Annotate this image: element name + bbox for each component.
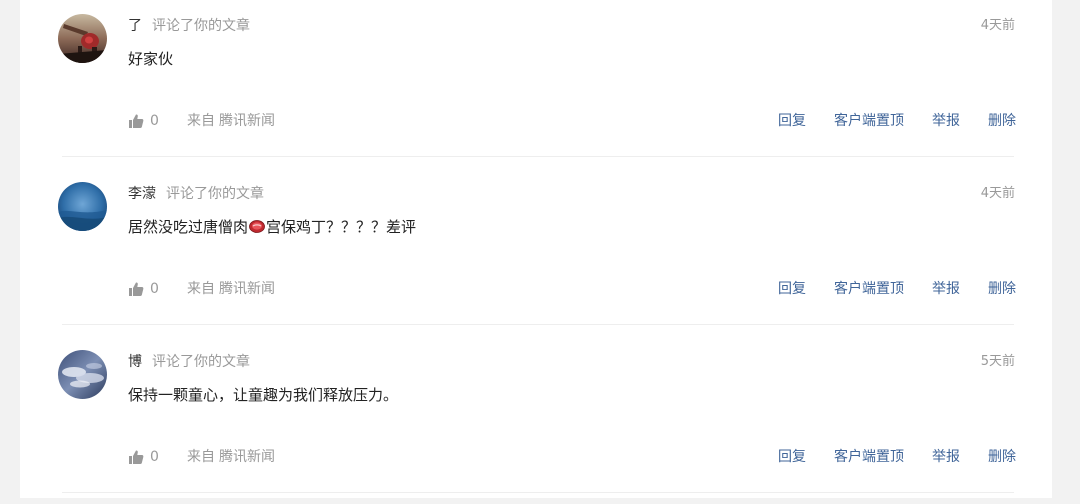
- comment-item: 博评论了你的文章 5天前 保持一颗童心，让童趣为我们释放压力。 0 来自 腾讯新闻…: [20, 336, 1052, 504]
- timestamp: 4天前: [980, 18, 1015, 33]
- comment-actions: 回复 客户端置顶 举报 删除: [750, 111, 1016, 131]
- pin-link[interactable]: 客户端置顶: [834, 447, 904, 467]
- source-name: 腾讯新闻: [219, 281, 275, 297]
- user-avatar[interactable]: [58, 182, 107, 231]
- like-count: 0: [150, 449, 159, 465]
- timestamp: 5天前: [980, 354, 1015, 369]
- comment-content: 好家伙: [128, 48, 173, 70]
- comment-item: 李濛 评论了你的文章 4天前 居然没吃过唐僧肉 宫保鸡丁？？？？差评 0 来自 腾讯新…: [20, 168, 1052, 336]
- user-name[interactable]: 博: [128, 354, 142, 370]
- thumbs-up-icon: [129, 450, 144, 464]
- reply-link[interactable]: 回复: [778, 111, 806, 131]
- comment-text: 保持一颗童心，让童趣为我们释放压力。: [128, 386, 399, 404]
- reply-link[interactable]: 回复: [778, 447, 806, 467]
- divider: [62, 156, 1014, 157]
- comment-footer: 0 来自 腾讯新闻 回复 客户端置顶 举报 删除: [128, 111, 1016, 131]
- meat-emoji-icon: [249, 220, 265, 233]
- avatar-clouds-icon: [58, 350, 107, 399]
- source-prefix: 来自: [187, 449, 215, 465]
- report-link[interactable]: 举报: [932, 279, 960, 299]
- comment-item: 了评论了你的文章 4天前 好家伙 0 来自 腾讯新闻 回复 客户端置顶 举报 删除: [20, 0, 1052, 168]
- comment-actions: 回复 客户端置顶 举报 删除: [750, 279, 1016, 299]
- user-avatar[interactable]: [58, 14, 107, 63]
- comment-footer: 0 来自 腾讯新闻 回复 客户端置顶 举报 删除: [128, 279, 1016, 299]
- user-name[interactable]: 了: [128, 18, 142, 34]
- pin-link[interactable]: 客户端置顶: [834, 279, 904, 299]
- divider: [62, 324, 1014, 325]
- comment-content: 居然没吃过唐僧肉 宫保鸡丁？？？？差评: [128, 216, 416, 238]
- avatar-ocean-icon: [58, 182, 107, 231]
- delete-link[interactable]: 删除: [988, 447, 1016, 467]
- reply-link[interactable]: 回复: [778, 279, 806, 299]
- action-text: 评论了你的文章: [166, 186, 264, 202]
- delete-link[interactable]: 删除: [988, 111, 1016, 131]
- source-prefix: 来自: [187, 113, 215, 129]
- like-button[interactable]: 0: [128, 279, 159, 299]
- comment-actions: 回复 客户端置顶 举报 删除: [750, 447, 1016, 467]
- comment-content: 保持一颗童心，让童趣为我们释放压力。: [128, 384, 398, 406]
- thumbs-up-icon: [129, 114, 144, 128]
- pin-link[interactable]: 客户端置顶: [834, 111, 904, 131]
- comment-source: 来自 腾讯新闻: [187, 447, 275, 467]
- source-prefix: 来自: [187, 281, 215, 297]
- notification-panel: 了评论了你的文章 4天前 好家伙 0 来自 腾讯新闻 回复 客户端置顶 举报 删除: [20, 0, 1052, 498]
- like-count: 0: [150, 113, 159, 129]
- avatar-guitar-icon: [58, 14, 107, 63]
- action-text: 评论了你的文章: [152, 354, 250, 370]
- like-button[interactable]: 0: [128, 111, 159, 131]
- user-name[interactable]: 李濛: [128, 186, 156, 202]
- comment-text: 好家伙: [128, 50, 174, 68]
- user-avatar[interactable]: [58, 350, 107, 399]
- comment-source: 来自 腾讯新闻: [187, 279, 275, 299]
- comment-source: 来自 腾讯新闻: [187, 111, 275, 131]
- report-link[interactable]: 举报: [932, 111, 960, 131]
- delete-link[interactable]: 删除: [988, 279, 1016, 299]
- source-name: 腾讯新闻: [219, 113, 275, 129]
- comment-text: 居然没吃过唐僧肉: [128, 218, 249, 236]
- divider: [62, 492, 1014, 493]
- report-link[interactable]: 举报: [932, 447, 960, 467]
- source-name: 腾讯新闻: [219, 449, 275, 465]
- thumbs-up-icon: [129, 282, 144, 296]
- comment-text-after: 宫保鸡丁？？？？差评: [266, 218, 417, 236]
- timestamp: 4天前: [980, 186, 1015, 201]
- comment-footer: 0 来自 腾讯新闻 回复 客户端置顶 举报 删除: [128, 447, 1016, 467]
- like-count: 0: [150, 281, 159, 297]
- like-button[interactable]: 0: [128, 447, 159, 467]
- action-text: 评论了你的文章: [152, 18, 250, 34]
